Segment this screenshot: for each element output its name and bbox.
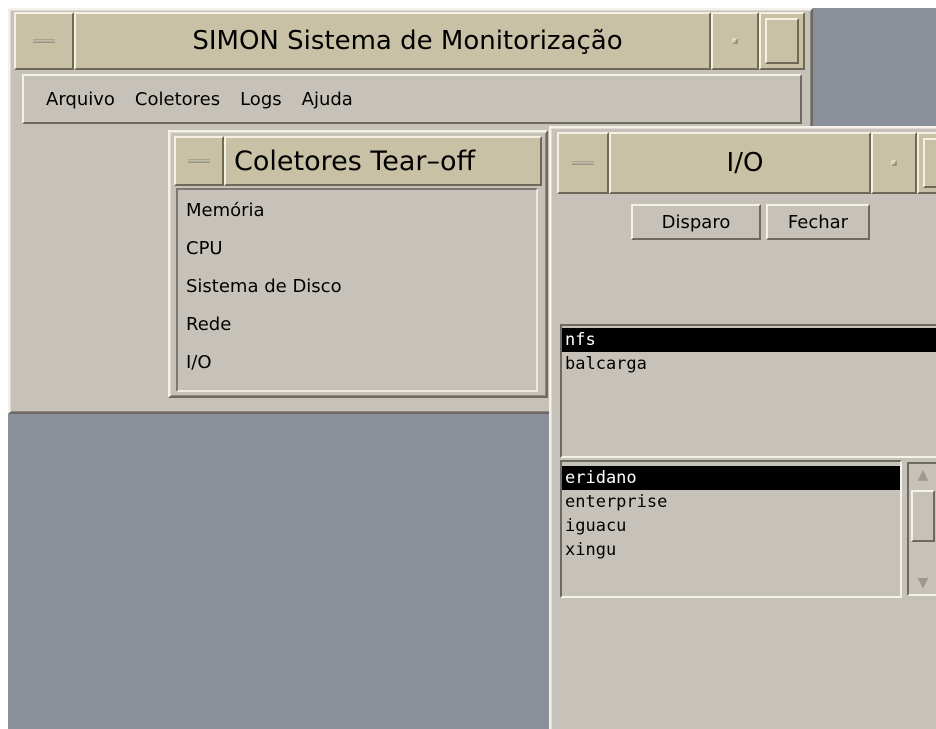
menu-coletores[interactable]: Coletores (135, 89, 220, 110)
main-window-title[interactable]: SIMON Sistema de Monitorização (74, 12, 711, 70)
menu-logs[interactable]: Logs (240, 89, 282, 110)
tearoff-item-memoria[interactable]: Memória (178, 192, 536, 230)
tearoff-menu-panel: Memória CPU Sistema de Disco Rede I/O (176, 188, 538, 392)
window-menu-icon[interactable] (174, 136, 224, 186)
host-list[interactable]: eridano enterprise iguacu xingu (560, 460, 902, 598)
scrollbar-thumb[interactable] (911, 490, 935, 542)
maximize-icon[interactable] (917, 132, 936, 194)
io-titlebar[interactable]: I/O (557, 132, 936, 194)
tearoff-titlebar[interactable]: Coletores Tear–off (174, 136, 542, 186)
main-menubar: Arquivo Coletores Logs Ajuda (22, 74, 802, 124)
maximize-icon[interactable] (759, 12, 805, 70)
host-list-scrollbar[interactable]: ▲ ▼ (907, 462, 936, 596)
menu-ajuda[interactable]: Ajuda (302, 89, 353, 110)
collector-list[interactable]: nfs balcarga (560, 324, 936, 458)
desktop: SIMON Sistema de Monitorização Arquivo C… (8, 8, 936, 729)
main-window-title-text: SIMON Sistema de Monitorização (192, 26, 623, 56)
tearoff-window: Coletores Tear–off Memória CPU Sistema d… (168, 130, 548, 398)
fechar-button[interactable]: Fechar (766, 204, 870, 240)
main-window-titlebar[interactable]: SIMON Sistema de Monitorização (14, 12, 805, 70)
tearoff-item-io[interactable]: I/O (178, 344, 536, 382)
minimize-icon[interactable] (871, 132, 917, 194)
tearoff-item-sistema-de-disco[interactable]: Sistema de Disco (178, 268, 536, 306)
disparo-button[interactable]: Disparo (631, 204, 761, 240)
list-item[interactable]: iguacu (562, 514, 900, 538)
tearoff-item-cpu[interactable]: CPU (178, 230, 536, 268)
minimize-icon[interactable] (711, 12, 759, 70)
tearoff-title[interactable]: Coletores Tear–off (224, 136, 542, 186)
scroll-down-arrow-icon[interactable]: ▼ (909, 572, 936, 594)
tearoff-title-text: Coletores Tear–off (234, 145, 476, 177)
window-menu-icon[interactable] (557, 132, 609, 194)
tearoff-item-rede[interactable]: Rede (178, 306, 536, 344)
list-item[interactable]: eridano (562, 466, 900, 490)
list-item[interactable]: xingu (562, 538, 900, 562)
list-item[interactable]: balcarga (562, 352, 936, 376)
menu-arquivo[interactable]: Arquivo (46, 89, 115, 110)
io-window: I/O Disparo Fechar nfs balcarga eridano … (549, 126, 936, 729)
window-menu-icon[interactable] (14, 12, 74, 70)
list-item[interactable]: enterprise (562, 490, 900, 514)
io-title-text: I/O (726, 148, 764, 178)
list-item[interactable]: nfs (562, 328, 936, 352)
io-title[interactable]: I/O (609, 132, 871, 194)
scroll-up-arrow-icon[interactable]: ▲ (909, 464, 936, 486)
